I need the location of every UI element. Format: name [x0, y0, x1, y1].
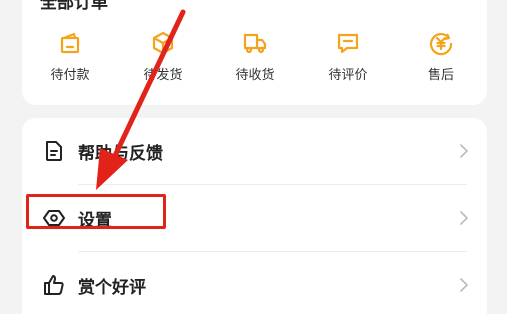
menu-item-label: 赏个好评: [78, 277, 146, 297]
order-pending-review[interactable]: 待评价: [313, 30, 383, 88]
order-label: 售后: [427, 67, 454, 82]
chevron-right-icon: [460, 144, 469, 158]
order-pending-receipt[interactable]: 待收货: [220, 30, 290, 88]
order-label: 待发货: [143, 67, 183, 82]
orders-more-chevron-icon[interactable]: ›: [470, 0, 475, 4]
menu-item-help-feedback[interactable]: 帮助与反馈: [22, 118, 487, 184]
thumbs-up-icon: [44, 275, 64, 295]
chevron-right-icon: [460, 211, 469, 225]
order-label: 待收货: [235, 67, 275, 82]
order-pending-payment[interactable]: 待付款: [35, 30, 105, 88]
chevron-right-icon: [460, 278, 469, 292]
order-label: 待评价: [328, 67, 368, 82]
order-label: 待付款: [50, 67, 90, 82]
orders-title: 全部订单: [40, 0, 108, 12]
wallet-icon: [60, 32, 80, 54]
help-doc-icon: [46, 141, 62, 161]
truck-icon: [243, 33, 267, 54]
order-pending-shipment[interactable]: 待发货: [128, 30, 198, 88]
order-after-sales[interactable]: 售后: [406, 30, 476, 88]
yuan-refund-icon: [430, 33, 453, 56]
menu-item-rate-us[interactable]: 赏个好评: [22, 252, 487, 314]
annotation-highlight-box: [26, 194, 166, 229]
orders-card: 全部订单 › 待付款 待发货 待收货 待评价: [22, 0, 487, 105]
menu-item-label: 帮助与反馈: [78, 143, 163, 163]
review-icon: [337, 33, 359, 54]
box-icon: [152, 31, 174, 55]
